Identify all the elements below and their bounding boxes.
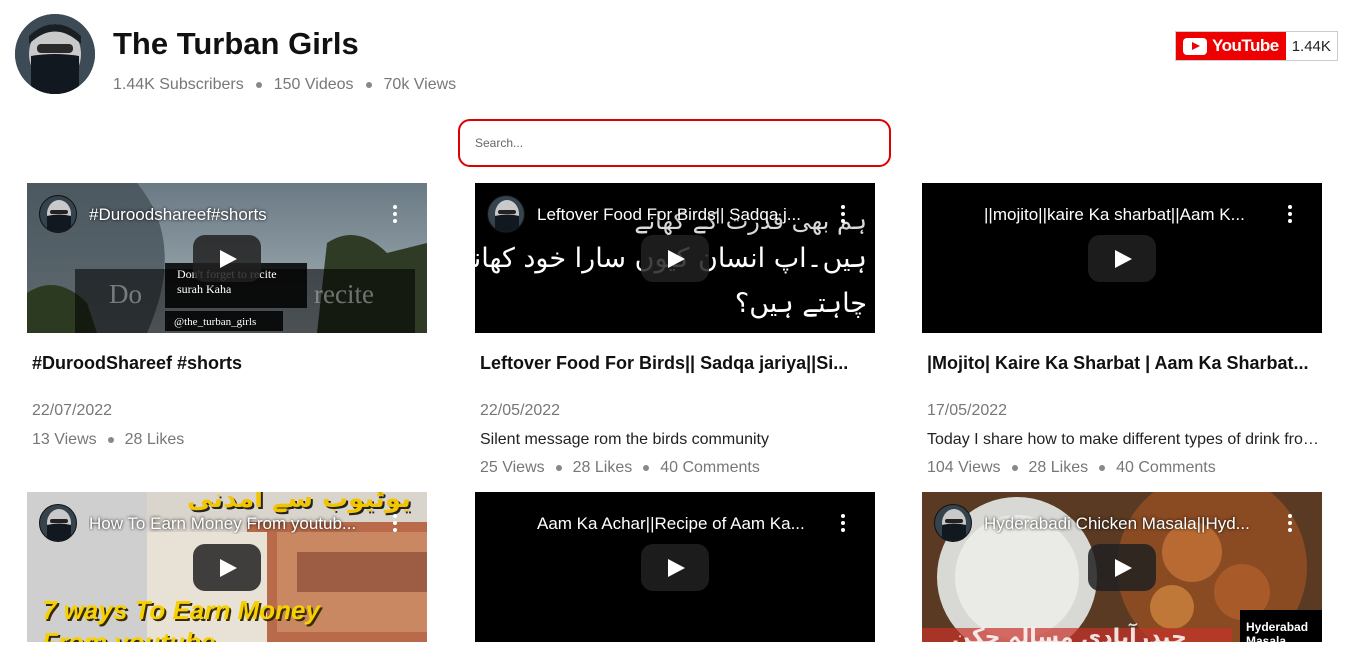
more-options-icon[interactable] [1288,205,1292,223]
more-options-icon[interactable] [841,514,845,532]
thumbnail-overlay-text: 7 ways To Earn Money [42,595,320,625]
youtube-subscriber-count: 1.44K [1285,32,1337,60]
play-button-icon[interactable] [641,544,709,591]
thumbnail-overlay-text: یوٹیوب سے آمدنی [187,492,411,514]
channel-title: The Turban Girls [113,26,359,61]
separator-dot [107,437,114,443]
thumbnail-video-title: Hyderabadi Chicken Masala||Hyd... [984,514,1250,533]
thumbnail-handle-text: @the_turban_girls [174,316,257,328]
video-thumbnail[interactable]: ||mojito||kaire Ka sharbat||Aam K... [922,183,1322,333]
play-button-icon[interactable] [1088,544,1156,591]
video-description: Today I share how to make different type… [927,431,1322,448]
video-thumbnail[interactable]: Hyderabad Masala حیدرآبادی مسالہ چکن Hyd… [922,492,1322,642]
channel-avatar[interactable] [15,14,95,94]
video-thumbnail[interactable]: Don't forget to recite surah Kaha @the_t… [27,183,427,333]
thumbnail-faded-text: recite [314,279,374,309]
youtube-subscribe-widget[interactable]: YouTube 1.44K [1175,31,1338,61]
video-card[interactable]: یوٹیوب سے آمدنی 7 ways To Earn Money Fro… [27,492,427,642]
search-input[interactable] [458,119,891,167]
video-title[interactable]: |Mojito| Kaire Ka Sharbat | Aam Ka Sharb… [922,353,1322,374]
video-views: 104 Views [927,459,1001,476]
youtube-logo-icon [1183,37,1207,55]
video-card[interactable]: Don't forget to recite surah Kaha @the_t… [27,183,427,449]
more-options-icon[interactable] [393,514,397,532]
video-card[interactable]: ہم بھی قدرت کے کھانے ہیں۔اپ انسان کیوں س… [475,183,875,477]
separator-dot [365,82,372,88]
video-thumbnail[interactable]: ہم بھی قدرت کے کھانے ہیں۔اپ انسان کیوں س… [475,183,875,333]
thumbnail-overlay-text: Hyderabad Masala [1246,620,1309,642]
video-likes: 28 Likes [572,459,633,476]
thumbnail-video-title: How To Earn Money From youtub... [89,514,357,533]
play-button-icon[interactable] [193,235,261,282]
video-likes: 28 Likes [124,431,185,448]
more-options-icon[interactable] [841,205,845,223]
video-date: 22/07/2022 [32,402,113,419]
more-options-icon[interactable] [1288,514,1292,532]
channel-avatar-small [39,504,77,542]
thumbnail-faded-text: Do [109,279,142,309]
video-card[interactable]: Aam Ka Achar||Recipe of Aam Ka... [475,492,875,642]
subscriber-count: 1.44K Subscribers [113,76,244,93]
video-views: 13 Views [32,431,97,448]
separator-dot [643,465,650,471]
play-button-icon[interactable] [1088,235,1156,282]
channel-stats: 1.44K Subscribers 150 Videos 70k Views [113,76,456,94]
separator-dot [255,82,262,88]
video-views: 25 Views [480,459,545,476]
thumbnail-video-title: Leftover Food For Birds|| Sadqa j... [537,205,801,224]
video-card[interactable]: ||mojito||kaire Ka sharbat||Aam K... |Mo… [922,183,1322,477]
channel-header: The Turban Girls 1.44K Subscribers 150 V… [0,0,1348,110]
more-options-icon[interactable] [393,205,397,223]
thumbnail-video-title: #Duroodshareef#shorts [89,205,267,224]
video-card[interactable]: Hyderabad Masala حیدرآبادی مسالہ چکن Hyd… [922,492,1322,642]
view-count: 70k Views [383,76,457,93]
thumbnail-video-title: Aam Ka Achar||Recipe of Aam Ka... [537,514,805,533]
video-count: 150 Videos [273,76,354,93]
channel-avatar-small [487,195,525,233]
thumbnail-overlay-text: چاہتے ہیں؟ [734,288,867,319]
separator-dot [555,465,562,471]
youtube-subscribe-button[interactable]: YouTube [1176,32,1286,60]
video-thumbnail[interactable]: یوٹیوب سے آمدنی 7 ways To Earn Money Fro… [27,492,427,642]
video-comments: 40 Comments [660,459,760,476]
thumbnail-video-title: ||mojito||kaire Ka sharbat||Aam K... [984,205,1245,224]
video-date: 22/05/2022 [480,402,561,419]
video-title[interactable]: Leftover Food For Birds|| Sadqa jariya||… [475,353,875,374]
thumbnail-overlay-text: حیدرآبادی مسالہ چکن [952,625,1187,642]
play-button-icon[interactable] [641,235,709,282]
video-stats: 13 Views 28 Likes [27,431,427,449]
video-comments: 40 Comments [1116,459,1216,476]
video-title[interactable]: #DuroodShareef #shorts [27,353,427,374]
video-stats: 25 Views 28 Likes 40 Comments [475,459,875,477]
video-description: Silent message rom the birds community [480,431,769,448]
video-stats: 104 Views 28 Likes 40 Comments [922,459,1322,477]
thumbnail-overlay-text: From youtube [42,627,216,642]
youtube-label: YouTube [1212,36,1279,55]
channel-avatar-small [934,504,972,542]
play-button-icon[interactable] [193,544,261,591]
separator-dot [1099,465,1106,471]
channel-avatar-small [39,195,77,233]
video-thumbnail[interactable]: Aam Ka Achar||Recipe of Aam Ka... [475,492,875,642]
video-likes: 28 Likes [1028,459,1089,476]
video-date: 17/05/2022 [927,402,1008,419]
separator-dot [1011,465,1018,471]
